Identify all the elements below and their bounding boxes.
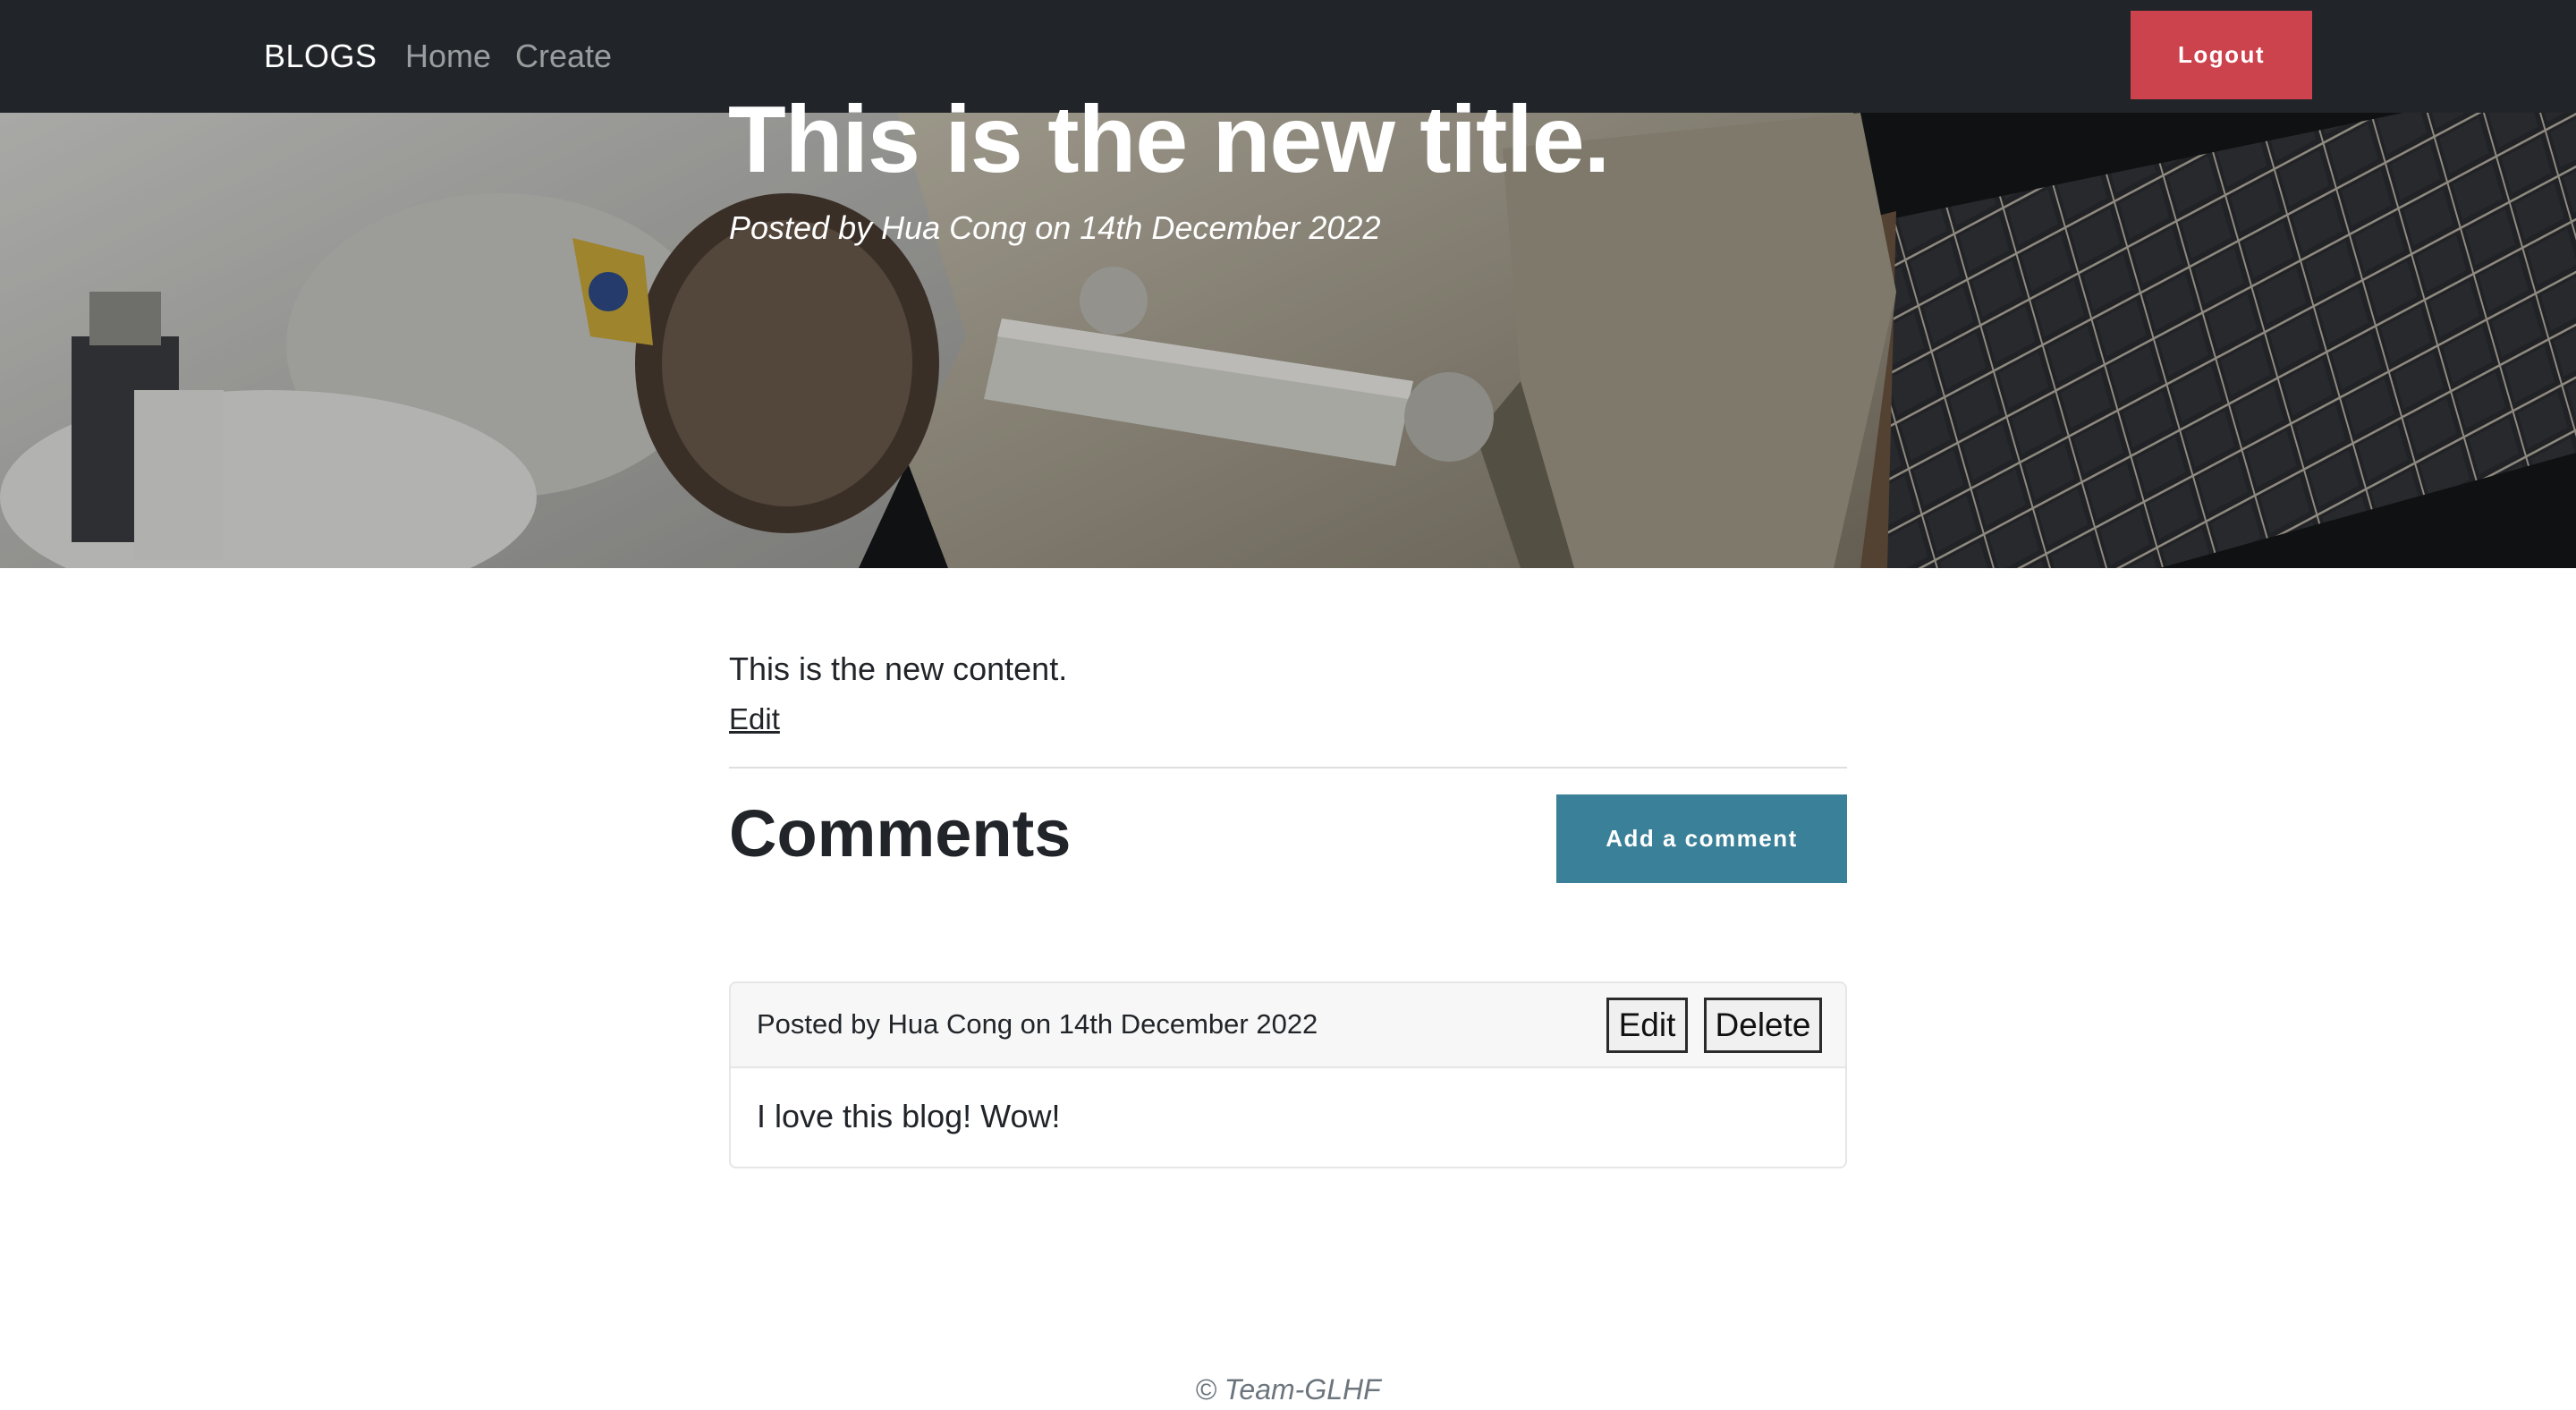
comment-body: I love this blog! Wow! — [757, 1098, 1061, 1134]
nav-link-create[interactable]: Create — [515, 34, 612, 79]
post-meta: Posted by Hua Cong on 14th December 2022 — [729, 209, 1381, 246]
section-divider — [729, 767, 1847, 769]
comment-meta: Posted by Hua Cong on 14th December 2022 — [757, 1008, 1318, 1040]
post-title: This is the new title. — [728, 87, 1610, 192]
comment-card: Posted by Hua Cong on 14th December 2022… — [729, 981, 1847, 1168]
nav-link-home[interactable]: Home — [405, 34, 491, 79]
edit-comment-button[interactable]: Edit — [1606, 998, 1688, 1053]
delete-comment-button[interactable]: Delete — [1704, 998, 1822, 1053]
add-comment-button[interactable]: Add a comment — [1556, 794, 1847, 883]
comments-heading: Comments — [729, 796, 1072, 871]
comment-header: Posted by Hua Cong on 14th December 2022… — [731, 983, 1845, 1068]
logout-button[interactable]: Logout — [2131, 11, 2312, 99]
footer-copyright: © Team-GLHF — [1195, 1373, 1381, 1406]
post-content: This is the new content. — [729, 650, 1068, 687]
edit-post-link[interactable]: Edit — [729, 698, 780, 741]
brand-link[interactable]: BLOGS — [264, 34, 377, 79]
